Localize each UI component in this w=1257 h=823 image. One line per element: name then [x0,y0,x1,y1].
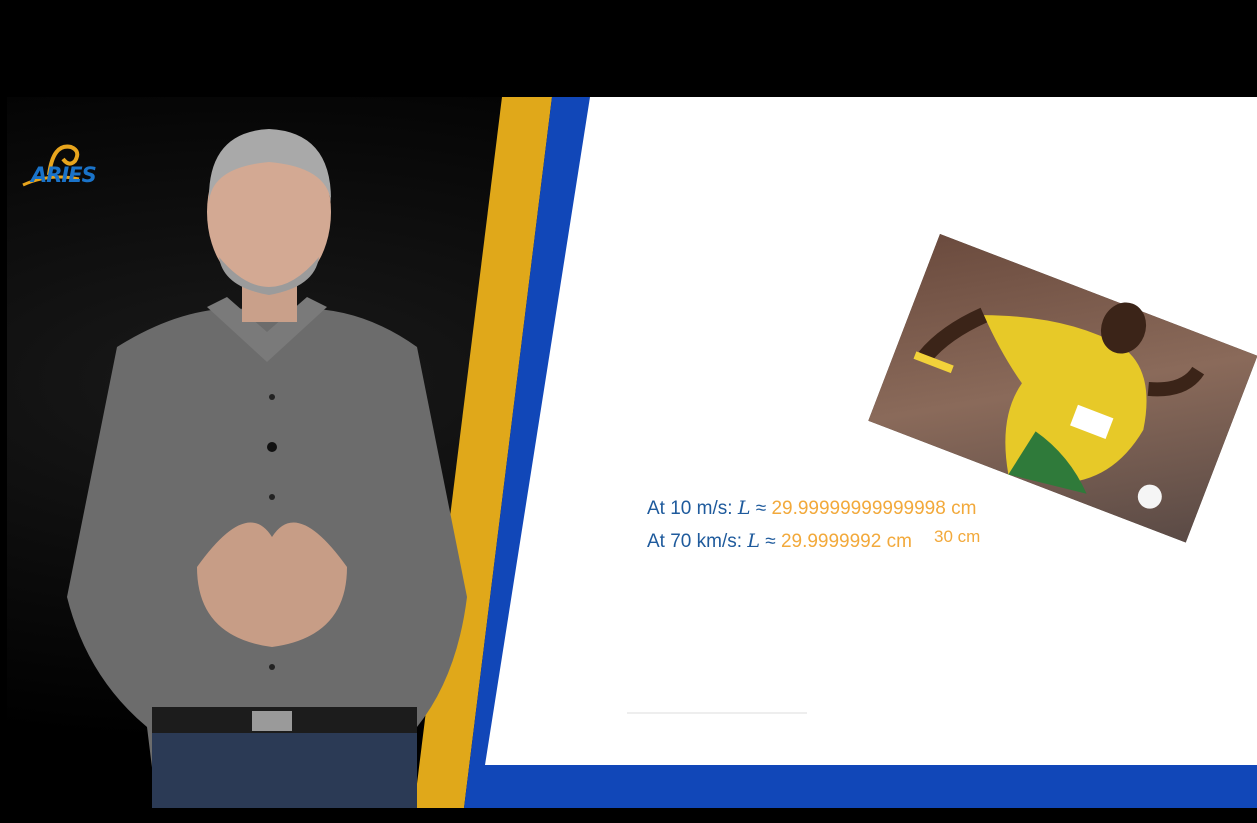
formula-value: 29.9999992 cm [780,531,912,552]
formula-line-70kms: At 70 km/s: L ≈ 29.9999992 cm [647,525,976,558]
formula-approx: ≈ [759,531,781,552]
formula-prefix: At 10 m/s: [647,498,738,519]
video-frame: ARIES 30 cm At 10 m/s: L ≈ 29.9999999999… [0,0,1257,823]
formula-block: At 10 m/s: L ≈ 29.99999999999998 cm At 7… [647,492,976,558]
formula-approx: ≈ [750,498,772,519]
formula-variable: L [737,497,751,519]
formula-prefix: At 70 km/s: [647,531,748,552]
video-player[interactable]: ARIES 30 cm At 10 m/s: L ≈ 29.9999999999… [7,97,1257,808]
formula-value: 29.99999999999998 cm [771,498,977,519]
formula-line-10ms: At 10 m/s: L ≈ 29.99999999999998 cm [647,492,976,525]
sprinter-photo [868,233,1257,543]
formula-variable: L [747,530,760,552]
